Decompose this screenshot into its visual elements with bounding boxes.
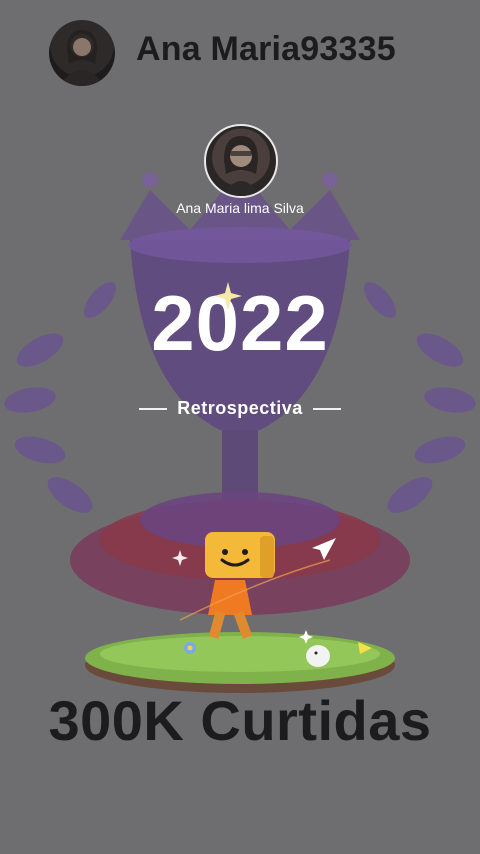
profile-avatar[interactable] (204, 124, 278, 198)
user-avatar[interactable] (49, 20, 115, 86)
sparkle-icon (214, 282, 242, 310)
mascot-illustration (85, 532, 395, 693)
username[interactable]: Ana Maria93335 (136, 30, 396, 69)
divider-left (138, 407, 167, 410)
recap-subtitle: Retrospectiva (177, 398, 303, 418)
likes-count: 300K Curtidas (48, 689, 432, 752)
person-icon (222, 136, 260, 196)
recap-subtitle-row: Retrospectiva (0, 398, 480, 419)
profile-full-name: Ana Maria lima Silva (176, 200, 304, 216)
year-recap-screen: Ana Maria93335 Ana Maria lima Silva 2022… (0, 0, 480, 854)
divider-right (313, 407, 342, 410)
person-icon (59, 30, 105, 86)
